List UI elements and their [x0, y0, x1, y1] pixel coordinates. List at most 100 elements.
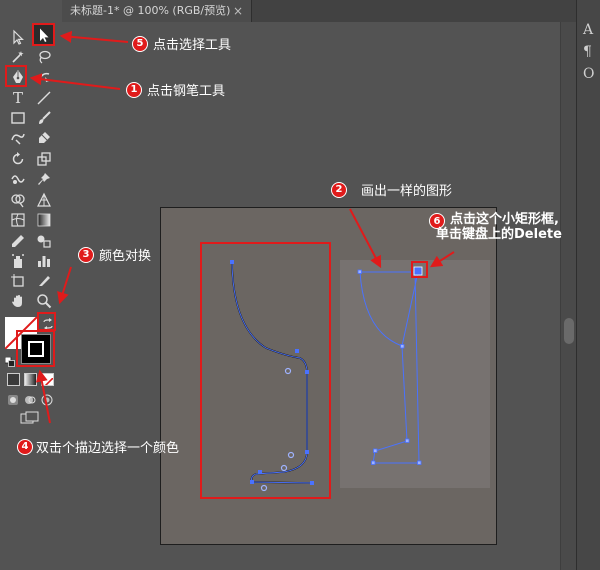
- lasso-icon: [39, 50, 51, 64]
- document-tab[interactable]: 未标题-1* @ 100% (RGB/预览) ×: [62, 0, 252, 22]
- small-anchor-rectangle[interactable]: [413, 266, 423, 276]
- opentype-panel-icon[interactable]: O: [583, 66, 594, 82]
- color-mode-button[interactable]: [7, 373, 20, 386]
- none-mode-button[interactable]: [41, 373, 54, 386]
- step-2-badge: 2: [331, 181, 347, 198]
- warp-tool[interactable]: [7, 168, 29, 190]
- annotation-step-6: 6 点击这个小矩形框, 单击键盘上的Delete: [429, 212, 562, 242]
- symbol-sprayer-tool[interactable]: [7, 250, 29, 272]
- mesh-tool[interactable]: [7, 209, 29, 231]
- close-tab-icon[interactable]: ×: [233, 0, 243, 22]
- zoom-tool[interactable]: [33, 290, 55, 312]
- perspective-grid-tool[interactable]: [33, 189, 55, 211]
- annotation-step-3: 3 颜色对换: [78, 245, 151, 264]
- illustrator-window: T 未标题-1* @ 100% (RGB/预览) × A ¶ O 5 点击选择工…: [0, 0, 600, 570]
- step-5-text: 点击选择工具: [153, 38, 232, 53]
- artwork-svg: [160, 207, 497, 545]
- character-panel-icon[interactable]: A: [583, 22, 593, 38]
- mesh-icon: [11, 213, 25, 227]
- document-tab-title: 未标题-1* @ 100% (RGB/预览): [70, 4, 231, 17]
- draw-normal-icon: [8, 395, 18, 405]
- blend-tool[interactable]: [33, 230, 55, 252]
- paragraph-panel-icon[interactable]: ¶: [583, 44, 592, 60]
- draw-inside-icon: [41, 394, 53, 406]
- step-6-text-line2: 单击键盘上的Delete: [436, 227, 562, 242]
- eyedropper-tool[interactable]: [7, 230, 29, 252]
- draw-behind-button[interactable]: [24, 391, 36, 404]
- lasso-tool[interactable]: [33, 46, 55, 68]
- type-t-icon: T: [12, 88, 23, 107]
- annotation-step-5: 5 点击选择工具: [132, 34, 231, 53]
- paintbrush-tool[interactable]: [33, 107, 55, 129]
- step-5-badge: 5: [132, 35, 148, 52]
- annotation-step-1: 1 点击钢笔工具: [126, 80, 225, 99]
- stroke-swatch[interactable]: [21, 334, 51, 364]
- artboard-icon: [11, 274, 24, 287]
- scale-tool[interactable]: [33, 148, 55, 170]
- annotation-step-4: 4 双击个描边选择一个颜色: [17, 437, 179, 456]
- blend-icon: [37, 235, 51, 248]
- gradient-mode-button[interactable]: [24, 373, 37, 386]
- canvas-area[interactable]: [62, 22, 576, 570]
- eraser-tool[interactable]: [33, 127, 55, 149]
- puppet-warp-tool[interactable]: [33, 168, 55, 190]
- artboard-tool[interactable]: [7, 270, 29, 292]
- selection-tool[interactable]: [33, 24, 55, 46]
- direct-selection-icon: [13, 29, 24, 45]
- magic-wand-tool[interactable]: [7, 46, 29, 68]
- symbol-sprayer-icon: [12, 254, 24, 268]
- step-4-badge: 4: [17, 438, 33, 455]
- pin-icon: [38, 173, 50, 185]
- swap-arrows-icon: [43, 318, 53, 330]
- default-colors-button[interactable]: [4, 352, 15, 367]
- step-6-text-line1: 点击这个小矩形框,: [450, 212, 559, 227]
- scale-icon: [37, 152, 51, 166]
- draw-inside-button[interactable]: [41, 391, 53, 406]
- magic-wand-icon: [12, 51, 24, 63]
- vertical-scrollbar[interactable]: [560, 22, 577, 570]
- line-segment-icon: [37, 91, 51, 105]
- gradient-icon: [37, 213, 51, 227]
- rectangle-icon: [11, 112, 25, 124]
- hand-tool[interactable]: [7, 290, 29, 312]
- column-graph-tool[interactable]: [33, 250, 55, 272]
- none-slash-icon: [44, 377, 53, 385]
- annotation-step-2: 2 画出一样的图形: [331, 180, 452, 199]
- paintbrush-icon: [39, 111, 51, 124]
- tool-panel: T: [0, 0, 63, 570]
- direct-selection-tool[interactable]: [7, 26, 29, 48]
- screen-mode-button[interactable]: [20, 410, 40, 424]
- curvature-tool[interactable]: [33, 66, 55, 88]
- line-segment-tool[interactable]: [33, 87, 55, 109]
- shape-builder-tool[interactable]: [7, 189, 29, 211]
- draw-normal-button[interactable]: [7, 391, 19, 405]
- pen-tool[interactable]: [7, 66, 29, 88]
- eyedropper-icon: [12, 235, 24, 247]
- step-2-text: 画出一样的图形: [361, 184, 453, 199]
- eraser-icon: [39, 132, 50, 143]
- default-colors-icon: [4, 356, 15, 367]
- gradient-tool[interactable]: [33, 209, 55, 231]
- shaper-icon: [11, 133, 25, 145]
- rotate-tool[interactable]: [7, 148, 29, 170]
- document-tab-bar: 未标题-1* @ 100% (RGB/预览) ×: [62, 0, 576, 23]
- swap-fill-stroke-button[interactable]: [41, 316, 55, 330]
- rotate-icon: [12, 152, 24, 165]
- perspective-grid-icon: [37, 192, 51, 207]
- screen-mode-icon: [20, 411, 39, 424]
- step-3-text: 颜色对换: [99, 249, 152, 264]
- column-graph-icon: [38, 256, 50, 267]
- type-tool[interactable]: T: [7, 87, 29, 109]
- slice-knife-icon: [39, 276, 50, 286]
- shape-builder-icon: [11, 194, 25, 208]
- curvature-pen-icon: [38, 72, 50, 82]
- step-1-badge: 1: [126, 81, 142, 98]
- zoom-magnifier-icon: [37, 294, 52, 309]
- step-1-text: 点击钢笔工具: [147, 84, 226, 99]
- right-panel-strip: A ¶ O: [576, 0, 600, 570]
- scrollbar-thumb[interactable]: [564, 318, 574, 344]
- rectangle-tool[interactable]: [7, 107, 29, 129]
- selection-arrow-icon: [40, 28, 49, 42]
- slice-tool[interactable]: [33, 270, 55, 292]
- shaper-tool[interactable]: [7, 127, 29, 149]
